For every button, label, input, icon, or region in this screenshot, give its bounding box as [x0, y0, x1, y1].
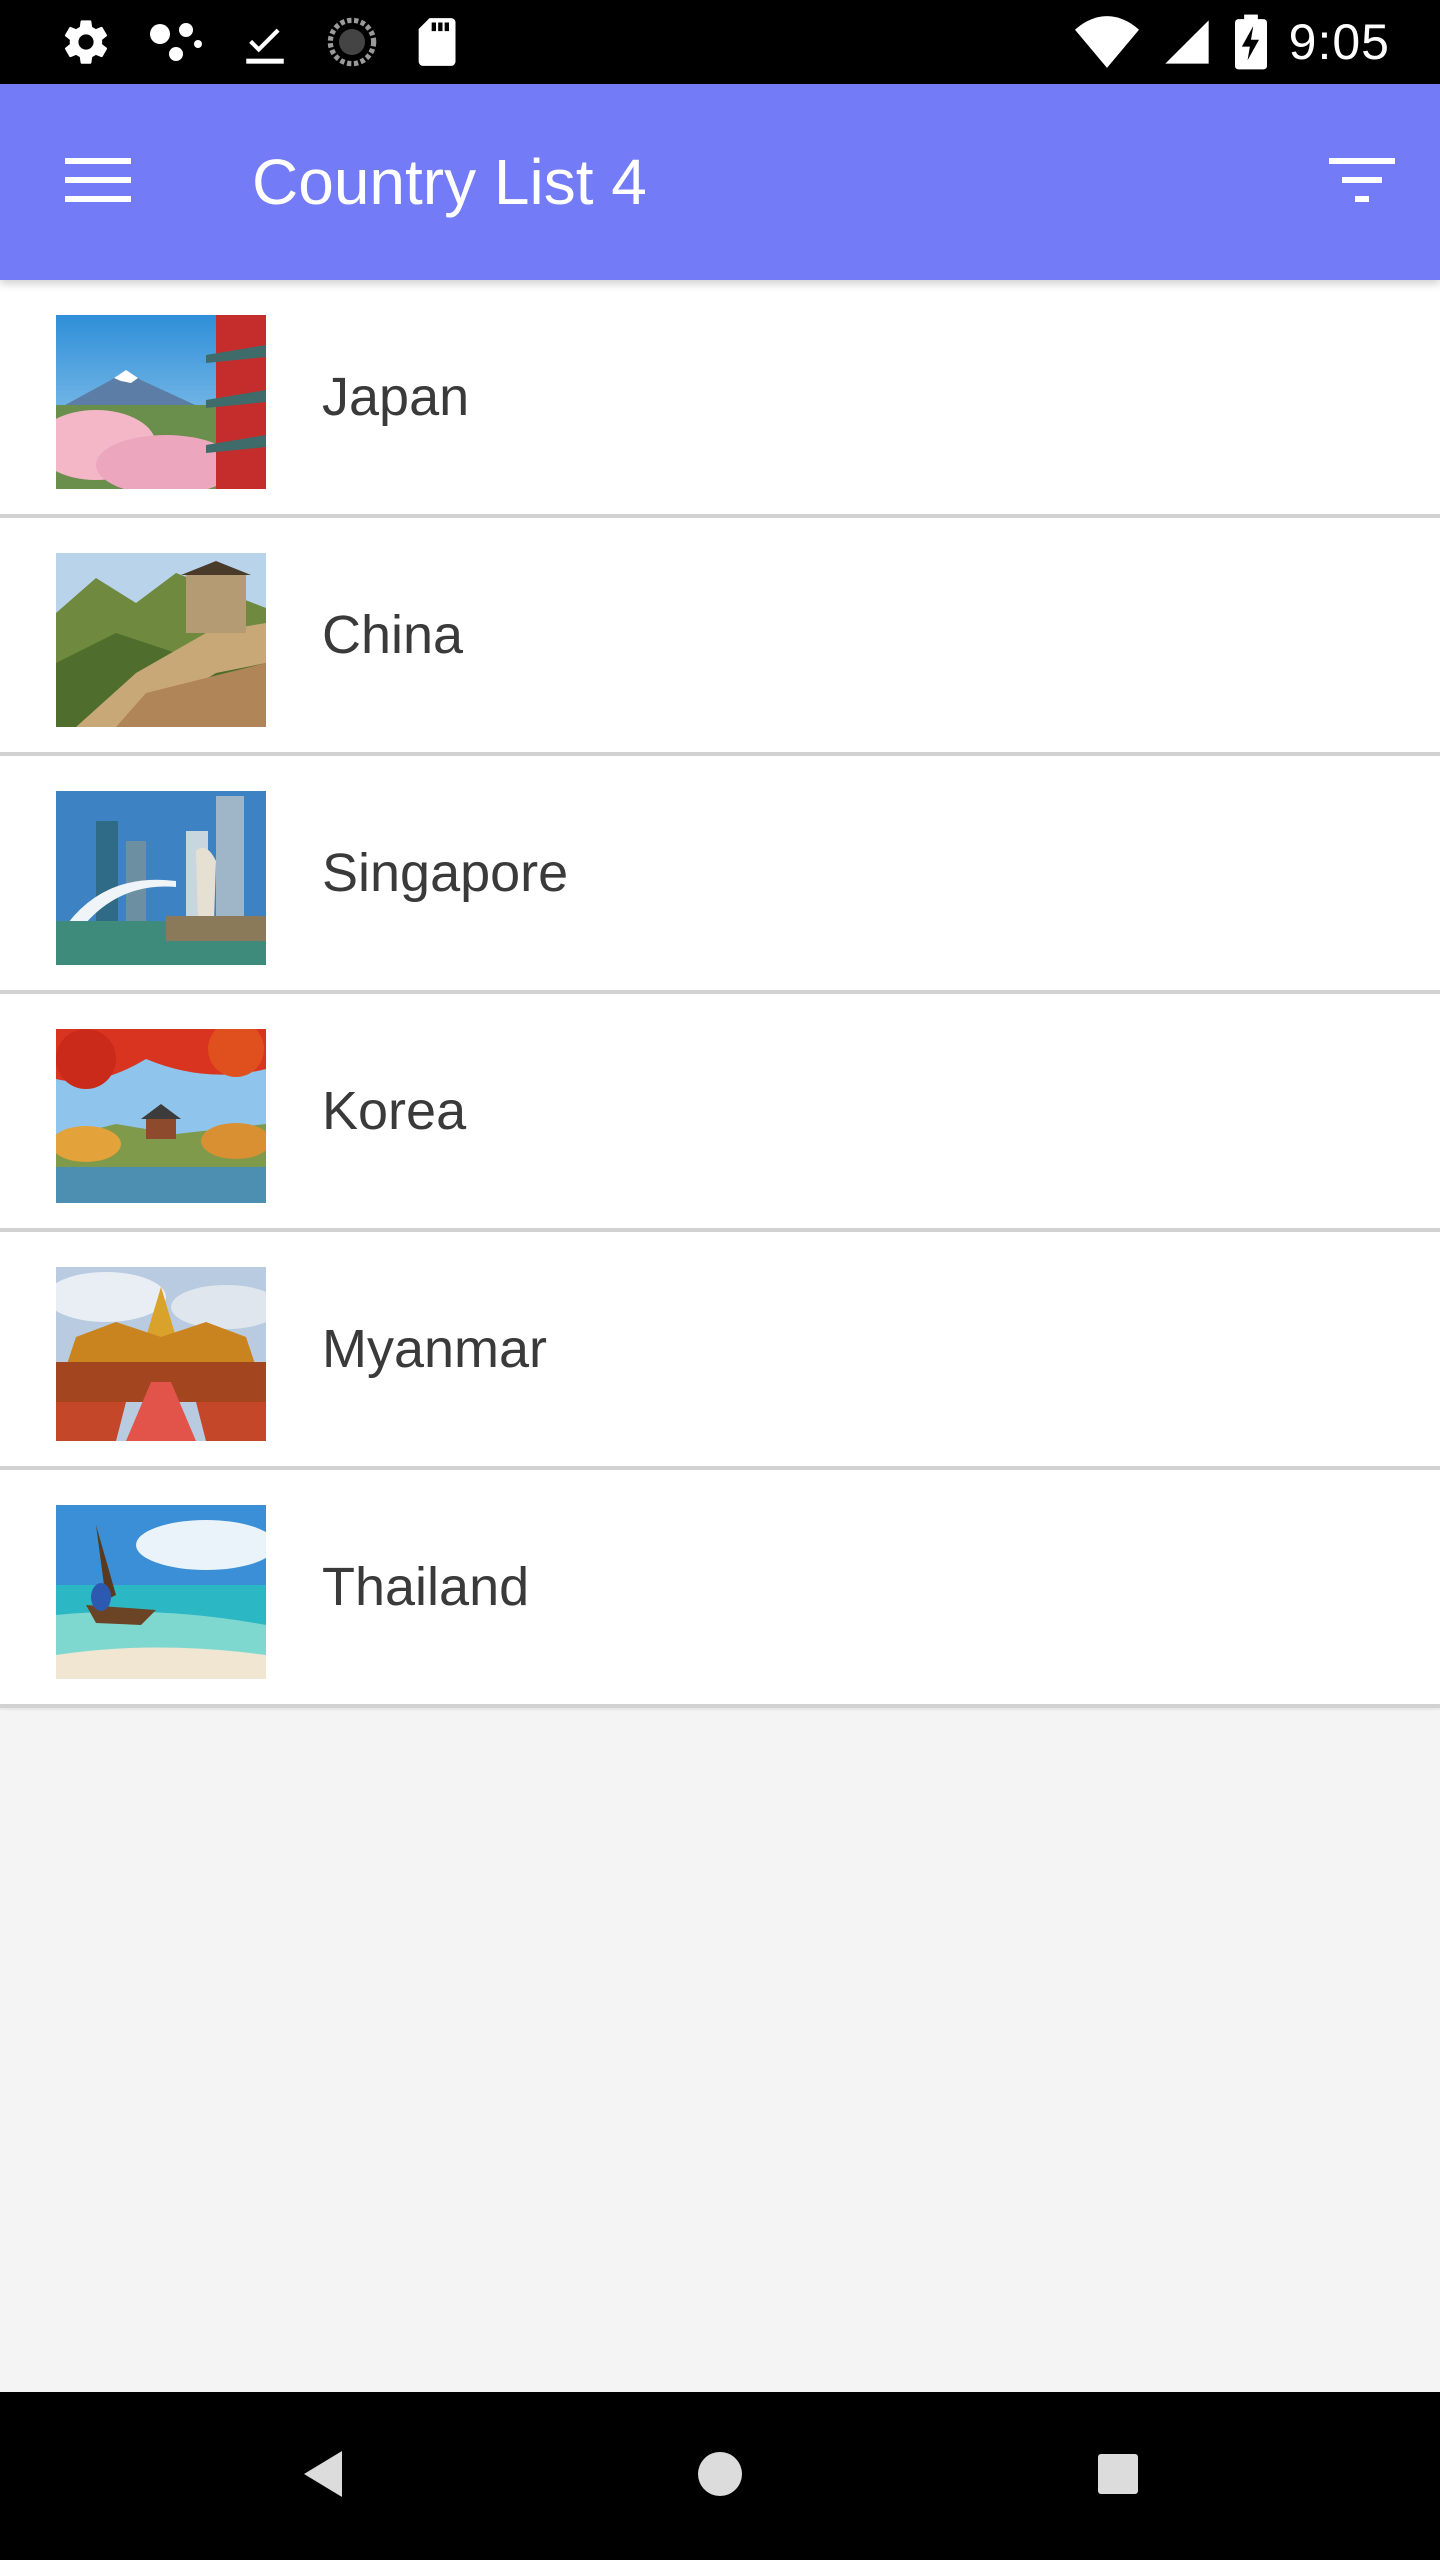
signal-icon	[1161, 16, 1213, 68]
list-item-japan[interactable]: Japan	[0, 280, 1440, 518]
status-icons-left	[60, 14, 458, 70]
filter-button[interactable]	[1314, 140, 1410, 224]
filter-icon	[1329, 156, 1395, 209]
recents-button[interactable]	[1076, 2434, 1160, 2518]
country-thumbnail	[56, 1029, 266, 1203]
country-thumbnail	[56, 315, 266, 489]
home-button[interactable]	[678, 2434, 762, 2518]
wifi-icon	[1074, 16, 1139, 68]
country-name: Singapore	[322, 843, 569, 903]
list-item-thailand[interactable]: Thailand	[0, 1470, 1440, 1708]
list-item-myanmar[interactable]: Myanmar	[0, 1232, 1440, 1470]
back-icon	[300, 2449, 344, 2504]
menu-button[interactable]	[50, 140, 146, 224]
country-thumbnail	[56, 553, 266, 727]
country-thumbnail	[56, 1267, 266, 1441]
app-bar: Country List 4	[0, 84, 1440, 280]
home-icon	[696, 2450, 744, 2503]
status-icons-right: 9:05	[1074, 14, 1390, 70]
list-item-korea[interactable]: Korea	[0, 994, 1440, 1232]
country-list: Japan China Singapore Korea Myanmar Thai…	[0, 280, 1440, 1708]
list-item-singapore[interactable]: Singapore	[0, 756, 1440, 994]
country-name: Japan	[322, 367, 470, 427]
status-time: 9:05	[1288, 14, 1390, 70]
country-name: China	[322, 605, 464, 665]
country-name: Myanmar	[322, 1319, 548, 1379]
country-name: Thailand	[322, 1557, 530, 1617]
status-bar: 9:05	[0, 0, 1440, 84]
country-name: Korea	[322, 1081, 467, 1141]
navigation-bar	[0, 2392, 1440, 2560]
sd-card-icon	[414, 16, 458, 68]
back-button[interactable]	[280, 2434, 364, 2518]
dots-icon	[148, 18, 204, 66]
download-done-icon	[240, 17, 290, 67]
country-thumbnail	[56, 791, 266, 965]
menu-icon	[65, 156, 131, 209]
settings-icon	[60, 16, 112, 68]
screen: 9:05 Country List 4 Japan China Singapor…	[0, 0, 1440, 2560]
page-title: Country List 4	[252, 146, 647, 218]
sync-icon	[326, 16, 378, 68]
recents-icon	[1096, 2452, 1140, 2501]
country-thumbnail	[56, 1505, 266, 1679]
list-item-china[interactable]: China	[0, 518, 1440, 756]
battery-charging-icon	[1234, 14, 1267, 70]
